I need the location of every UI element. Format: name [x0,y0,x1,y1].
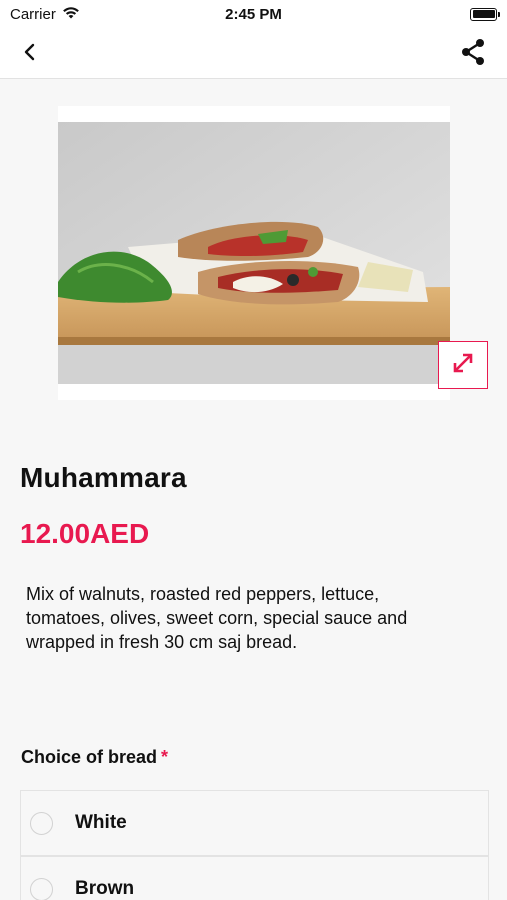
option-white[interactable]: White [20,790,489,856]
food-photo[interactable] [58,122,450,384]
carrier-label: Carrier [10,5,56,23]
product-description: Mix of walnuts, roasted red peppers, let… [26,584,408,652]
product-image-card [58,106,450,400]
product-name: Muhammara [20,462,187,493]
product-detail-screen: Carrier 2:45 PM Muhammara 12.00AED Mix o… [0,0,507,900]
share-icon [460,38,486,71]
status-bar: Carrier 2:45 PM [0,0,507,28]
required-mark: * [161,747,169,767]
product-price: 12.00AED [20,518,150,549]
expand-icon [451,351,475,380]
wifi-icon [62,6,80,23]
radio-button[interactable] [30,811,53,835]
nav-bar [0,28,507,79]
status-left: Carrier [10,6,80,23]
battery-icon [470,7,500,21]
option-brown[interactable]: Brown [20,856,489,900]
expand-image-button[interactable] [438,341,488,389]
option-group-label: Choice of bread [21,747,158,767]
share-button[interactable] [457,38,489,70]
option-label: White [75,812,127,833]
option-label: Brown [75,878,135,899]
battery-fill [472,10,495,18]
back-button[interactable] [14,38,46,70]
option-group-title: Choice of bread * [21,747,168,768]
chevron-left-icon [23,43,37,66]
radio-button[interactable] [30,877,53,900]
